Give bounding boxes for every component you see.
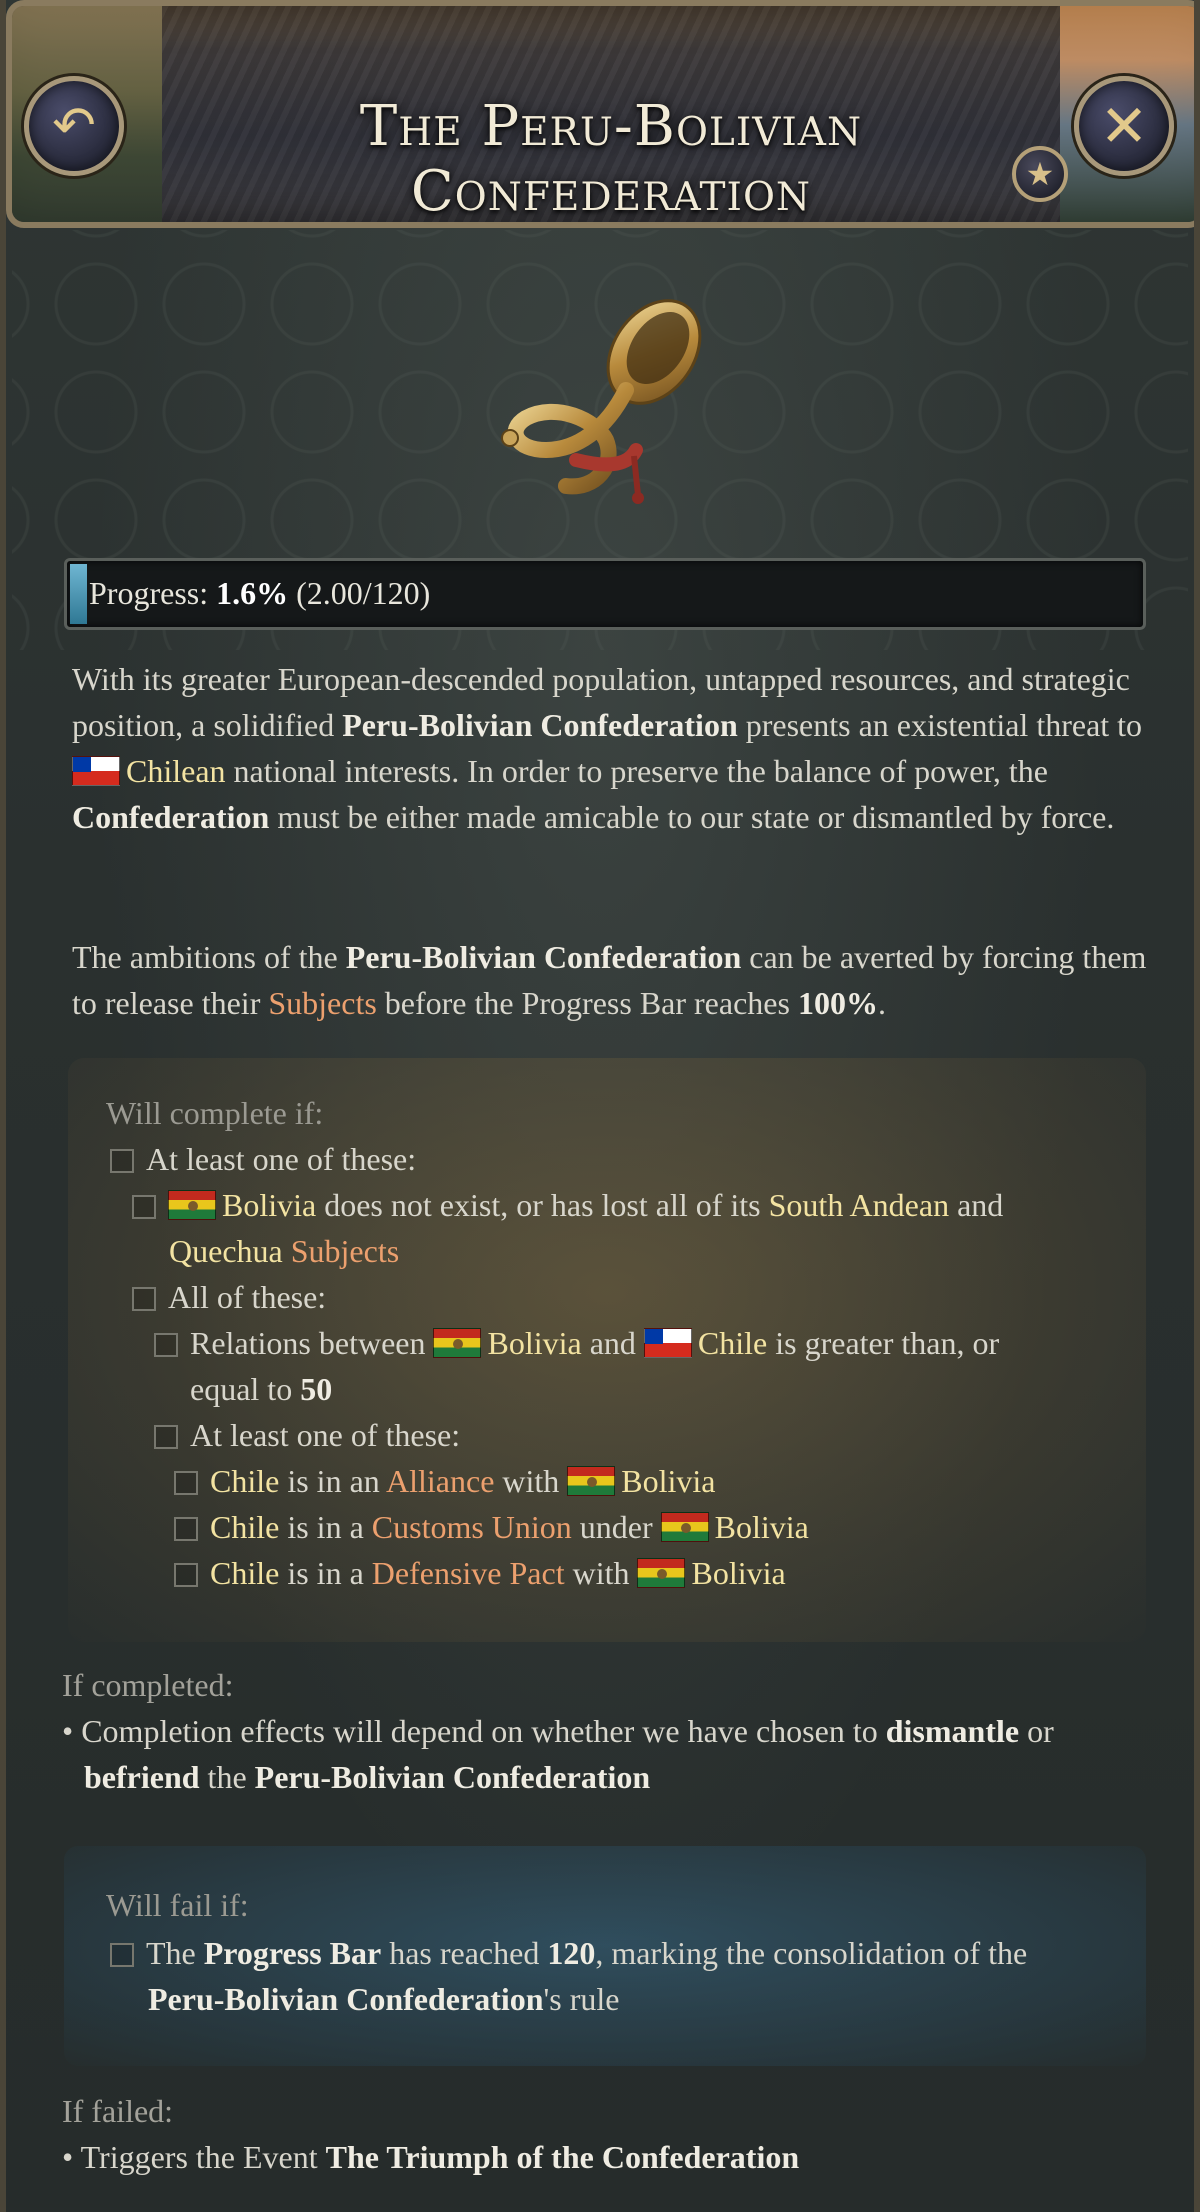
back-button[interactable]: ↶ — [24, 76, 124, 176]
progress-bar-fill — [70, 564, 88, 624]
completion-heading: Will complete if: — [106, 1095, 324, 1131]
bolivia-flag-icon[interactable] — [433, 1328, 482, 1358]
country-link[interactable]: Peru-Bolivian Confederation — [342, 707, 738, 743]
checkbox — [154, 1333, 178, 1357]
if-completed-effect: • Completion effects will depend on whet… — [62, 1713, 1054, 1749]
fail-condition-row-continued: Peru-Bolivian Confederation's rule — [148, 1981, 620, 2017]
country-link[interactable]: Chile — [210, 1555, 279, 1591]
country-link[interactable]: Bolivia — [691, 1555, 785, 1591]
checkbox — [174, 1471, 198, 1495]
condition-row-continued: equal to 50 — [190, 1371, 333, 1407]
condition-row-continued: Quechua Subjects — [169, 1228, 399, 1274]
concept-link[interactable]: Customs Union — [372, 1509, 572, 1545]
country-link[interactable]: Bolivia — [487, 1325, 581, 1361]
checkbox — [132, 1195, 156, 1219]
condition-row: All of these: — [132, 1274, 326, 1320]
condition-row: Relations between Bolivia and Chile is g… — [154, 1320, 999, 1366]
page-title: The Peru-Bolivian Confederation — [359, 94, 863, 224]
region-link[interactable]: Quechua — [169, 1233, 283, 1269]
country-link[interactable]: Bolivia — [715, 1509, 809, 1545]
bolivia-flag-icon[interactable] — [168, 1190, 216, 1220]
fail-condition-row: The Progress Bar has reached 120, markin… — [110, 1930, 1027, 1976]
if-completed-heading: If completed: — [62, 1667, 234, 1703]
chile-flag-icon[interactable] — [72, 756, 120, 786]
bullet-icon: • — [62, 2139, 74, 2175]
concept-link[interactable]: Subjects — [291, 1233, 399, 1269]
condition-row: Bolivia does not exist, or has lost all … — [132, 1182, 1003, 1228]
checkbox — [174, 1563, 198, 1587]
country-link[interactable]: Bolivia — [621, 1463, 715, 1499]
description-paragraph-2: The ambitions of the Peru-Bolivian Confe… — [72, 939, 1147, 1021]
fail-heading: Will fail if: — [106, 1887, 249, 1923]
region-link[interactable]: South Andean — [769, 1187, 949, 1223]
checkbox — [110, 1943, 134, 1967]
condition-row: Chile is in an Alliance with Bolivia — [174, 1458, 716, 1504]
concept-link[interactable]: Subjects — [268, 985, 376, 1021]
checkbox — [110, 1149, 134, 1173]
progress-percent: 1.6% — [216, 575, 289, 611]
concept-link[interactable]: Alliance — [386, 1463, 494, 1499]
if-failed-heading: If failed: — [62, 2093, 174, 2129]
country-link[interactable]: Chile — [210, 1509, 279, 1545]
checkbox — [132, 1287, 156, 1311]
bolivia-flag-icon[interactable] — [637, 1558, 686, 1588]
star-icon: ★ — [1025, 155, 1055, 193]
country-link[interactable]: Peru-Bolivian Confederation — [255, 1759, 651, 1795]
progress-text: Progress: 1.6% (2.00/120) — [89, 575, 430, 612]
country-link[interactable]: Peru-Bolivian Confederation — [148, 1981, 544, 2017]
concept-link[interactable]: Defensive Pact — [372, 1555, 565, 1591]
journal-entry-panel: The Peru-Bolivian Confederation ↶ ✕ ★ Pr… — [0, 0, 1200, 2212]
country-link[interactable]: Chilean — [126, 753, 226, 789]
country-link[interactable]: Chile — [210, 1463, 279, 1499]
country-link[interactable]: Bolivia — [222, 1187, 316, 1223]
bolivia-flag-icon[interactable] — [567, 1466, 616, 1496]
progress-label: Progress: — [89, 575, 217, 611]
chile-flag-icon[interactable] — [643, 1328, 692, 1358]
event-link[interactable]: The Triumph of the Confederation — [326, 2139, 800, 2175]
progress-bar[interactable]: Progress: 1.6% (2.00/120) — [64, 558, 1146, 630]
condition-row: At least one of these: — [110, 1136, 416, 1182]
if-completed-effect-continued: befriend the Peru-Bolivian Confederation — [84, 1759, 651, 1795]
checkbox — [154, 1425, 178, 1449]
description-paragraph-1: With its greater European-descended popu… — [72, 661, 1143, 835]
if-failed-effect: • Triggers the Event The Triumph of the … — [62, 2139, 800, 2175]
condition-row: Chile is in a Defensive Pact with Bolivi… — [174, 1550, 786, 1596]
condition-row: Chile is in a Customs Union under Bolivi… — [174, 1504, 809, 1550]
bolivia-flag-icon[interactable] — [660, 1512, 709, 1542]
progress-detail: (2.00/120) — [296, 575, 431, 611]
country-link[interactable]: Chile — [698, 1325, 767, 1361]
close-icon: ✕ — [1099, 92, 1149, 160]
close-button[interactable]: ✕ — [1074, 76, 1174, 176]
back-icon: ↶ — [52, 96, 96, 156]
condition-row: At least one of these: — [154, 1412, 460, 1458]
bugle-horn-icon — [501, 299, 702, 504]
checkbox — [174, 1517, 198, 1541]
bullet-icon: • — [62, 1713, 74, 1749]
country-link[interactable]: Peru-Bolivian Confederation — [346, 939, 742, 975]
star-badge[interactable]: ★ — [1012, 146, 1068, 202]
